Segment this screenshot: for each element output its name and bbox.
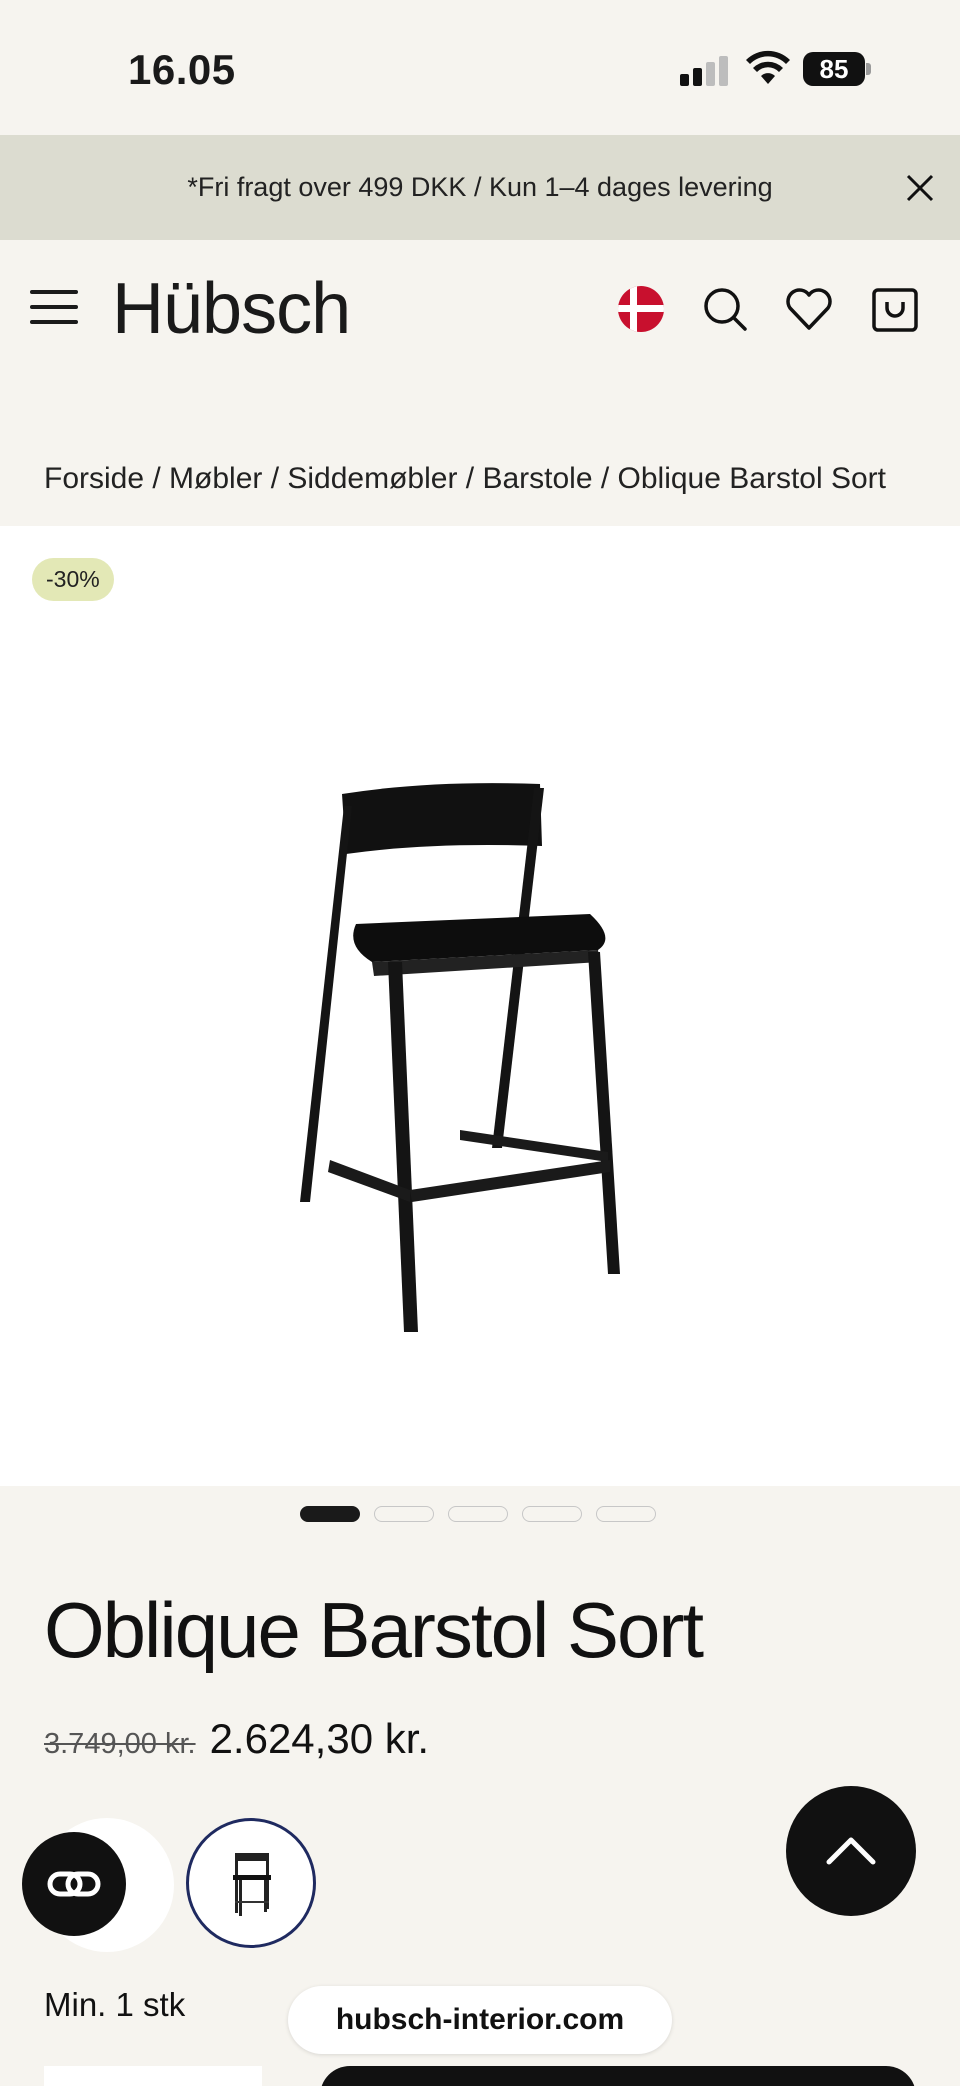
variant-thumbnail <box>233 1853 271 1916</box>
wifi-icon <box>746 50 790 84</box>
carousel-dot[interactable] <box>374 1506 434 1522</box>
product-title: Oblique Barstol Sort <box>44 1586 704 1674</box>
scroll-to-top-button[interactable] <box>786 1786 916 1916</box>
announcement-bar: *Fri fragt over 499 DKK / Kun 1–4 dages … <box>0 135 960 240</box>
sale-price: 2.624,30 kr. <box>209 1715 430 1762</box>
battery-icon: 85 <box>803 52 871 86</box>
status-bar: 16.05 85 <box>0 0 960 135</box>
product-image <box>300 783 620 1332</box>
site-header: Hübsch <box>0 240 960 375</box>
variant-swatch-selected[interactable] <box>186 1818 316 1948</box>
denmark-flag-icon[interactable] <box>616 284 666 334</box>
chevron-up-icon <box>826 1837 876 1865</box>
min-quantity-label: Min. 1 stk <box>44 1986 186 2023</box>
battery-level: 85 <box>803 52 865 86</box>
quantity-stepper[interactable] <box>44 2066 262 2086</box>
search-icon[interactable] <box>700 284 750 334</box>
product-image-carousel[interactable]: -30% <box>0 526 960 1486</box>
browser-url-bar[interactable]: hubsch-interior.com <box>288 1986 672 2054</box>
cell-signal-icon <box>680 54 730 86</box>
hamburger-icon[interactable] <box>30 290 78 324</box>
shopping-bag-icon[interactable] <box>870 284 920 334</box>
browser-url: hubsch-interior.com <box>335 2003 625 2036</box>
carousel-dot[interactable] <box>448 1506 508 1522</box>
accessibility-button[interactable] <box>22 1832 126 1936</box>
carousel-dot[interactable] <box>300 1506 360 1522</box>
status-time: 16.05 <box>128 46 236 93</box>
add-to-cart-button[interactable] <box>320 2066 916 2086</box>
breadcrumb[interactable]: Forside / Møbler / Siddemøbler / Barstol… <box>44 462 886 496</box>
carousel-pagination <box>300 1506 656 1522</box>
carousel-dot[interactable] <box>522 1506 582 1522</box>
logo[interactable]: Hübsch <box>112 268 351 350</box>
discount-badge: -30% <box>32 558 114 601</box>
announcement-text: *Fri fragt over 499 DKK / Kun 1–4 dages … <box>187 172 773 202</box>
heart-icon[interactable] <box>784 284 834 334</box>
carousel-dot[interactable] <box>596 1506 656 1522</box>
old-price: 3.749,00 kr. <box>44 1728 196 1760</box>
accessibility-icon <box>47 1871 101 1897</box>
price-row: 3.749,00 kr. 2.624,30 kr. <box>44 1715 429 1763</box>
close-icon[interactable] <box>900 168 940 208</box>
